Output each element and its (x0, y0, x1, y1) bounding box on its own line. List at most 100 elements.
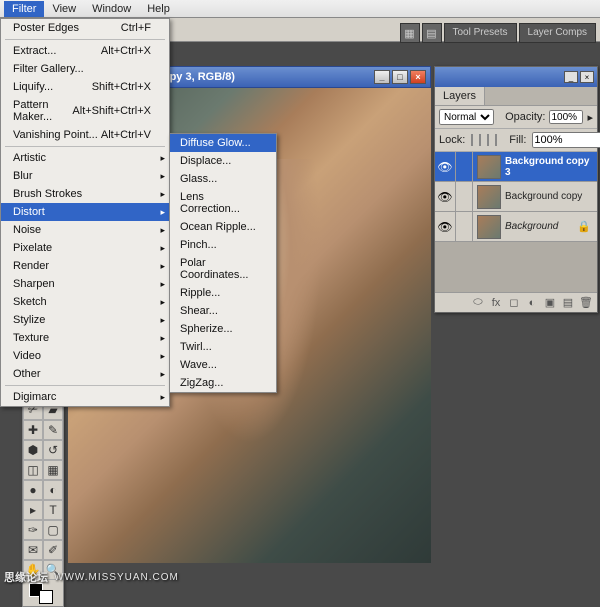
lock-transparency-icon[interactable] (471, 134, 473, 146)
menu-noise[interactable]: Noise (1, 221, 169, 239)
link-layers-icon[interactable]: ⬭ (471, 296, 485, 310)
menu-stylize[interactable]: Stylize (1, 311, 169, 329)
visibility-icon[interactable]: 👁 (435, 160, 455, 174)
layer-name[interactable]: Background copy 3 (505, 156, 597, 178)
layer-style-icon[interactable]: fx (489, 296, 503, 310)
minimize-button[interactable]: _ (374, 70, 390, 84)
new-group-icon[interactable]: ▣ (543, 296, 557, 310)
menu-sketch[interactable]: Sketch (1, 293, 169, 311)
menu-extract[interactable]: Extract...Alt+Ctrl+X (1, 42, 169, 60)
menu-brush-strokes[interactable]: Brush Strokes (1, 185, 169, 203)
link-cell[interactable] (455, 212, 473, 241)
layer-row[interactable]: 👁 Background copy 3 (435, 152, 597, 182)
submenu-lens-correction[interactable]: Lens Correction... (170, 188, 276, 218)
submenu-ripple[interactable]: Ripple... (170, 284, 276, 302)
submenu-ocean-ripple[interactable]: Ocean Ripple... (170, 218, 276, 236)
menu-render[interactable]: Render (1, 257, 169, 275)
brush-tool[interactable]: ✎ (43, 420, 63, 440)
panel-menu-icon[interactable] (485, 87, 597, 105)
close-button[interactable]: × (410, 70, 426, 84)
new-layer-icon[interactable]: ▤ (561, 296, 575, 310)
eyedropper-tool[interactable]: ✐ (43, 540, 63, 560)
menu-last-filter[interactable]: Poster EdgesCtrl+F (1, 19, 169, 37)
layer-thumbnail[interactable] (477, 185, 501, 209)
submenu-shear[interactable]: Shear... (170, 302, 276, 320)
layers-titlebar[interactable]: _ × (435, 67, 597, 87)
filter-menu: Poster EdgesCtrl+F Extract...Alt+Ctrl+X … (0, 18, 170, 407)
lock-all-icon[interactable] (495, 134, 497, 146)
menu-other[interactable]: Other (1, 365, 169, 383)
menu-help[interactable]: Help (139, 1, 178, 17)
layers-list: 👁 Background copy 3 👁 Background copy 👁 … (435, 152, 597, 292)
panel-close-button[interactable]: × (580, 71, 594, 83)
menu-digimarc[interactable]: Digimarc (1, 388, 169, 406)
visibility-icon[interactable]: 👁 (435, 220, 455, 234)
dodge-tool[interactable]: ◐ (43, 480, 63, 500)
dock-icon-2[interactable]: ▤ (422, 23, 442, 43)
menu-vanishing-point[interactable]: Vanishing Point...Alt+Ctrl+V (1, 126, 169, 144)
dock-icon-1[interactable]: ▦ (400, 23, 420, 43)
opacity-label: Opacity: (505, 111, 545, 123)
submenu-twirl[interactable]: Twirl... (170, 338, 276, 356)
layer-mask-icon[interactable]: ◻ (507, 296, 521, 310)
layer-name[interactable]: Background copy (505, 191, 597, 202)
background-color[interactable] (39, 590, 53, 604)
layer-thumbnail[interactable] (477, 155, 501, 179)
menu-filter[interactable]: Filter (4, 1, 44, 17)
gradient-tool[interactable]: ▦ (43, 460, 63, 480)
menu-window[interactable]: Window (84, 1, 139, 17)
layer-row[interactable]: 👁 Background 🔒 (435, 212, 597, 242)
menu-pattern-maker[interactable]: Pattern Maker...Alt+Shift+Ctrl+X (1, 96, 169, 126)
menu-pixelate[interactable]: Pixelate (1, 239, 169, 257)
eraser-tool[interactable]: ◫ (23, 460, 43, 480)
pen-tool[interactable]: ✑ (23, 520, 43, 540)
notes-tool[interactable]: ✉ (23, 540, 43, 560)
menu-blur[interactable]: Blur (1, 167, 169, 185)
lock-position-icon[interactable] (487, 134, 489, 146)
submenu-spherize[interactable]: Spherize... (170, 320, 276, 338)
menu-liquify[interactable]: Liquify...Shift+Ctrl+X (1, 78, 169, 96)
visibility-icon[interactable]: 👁 (435, 190, 455, 204)
distort-submenu: Diffuse Glow... Displace... Glass... Len… (169, 133, 277, 393)
layers-tab[interactable]: Layers (435, 87, 485, 105)
menu-sharpen[interactable]: Sharpen (1, 275, 169, 293)
shape-tool[interactable]: ▢ (43, 520, 63, 540)
menu-artistic[interactable]: Artistic (1, 149, 169, 167)
link-cell[interactable] (455, 152, 473, 181)
panel-minimize-button[interactable]: _ (564, 71, 578, 83)
layers-footer: ⬭ fx ◻ ◐ ▣ ▤ 🗑 (435, 292, 597, 312)
opacity-input[interactable] (549, 110, 583, 124)
adjustment-layer-icon[interactable]: ◐ (525, 296, 539, 310)
tool-presets-tab[interactable]: Tool Presets (444, 23, 517, 43)
layer-thumbnail[interactable] (477, 215, 501, 239)
menu-texture[interactable]: Texture (1, 329, 169, 347)
layer-comps-tab[interactable]: Layer Comps (519, 23, 596, 43)
delete-layer-icon[interactable]: 🗑 (579, 296, 593, 310)
layer-row[interactable]: 👁 Background copy (435, 182, 597, 212)
history-brush-tool[interactable]: ↺ (43, 440, 63, 460)
menu-filter-gallery[interactable]: Filter Gallery... (1, 60, 169, 78)
submenu-displace[interactable]: Displace... (170, 152, 276, 170)
submenu-wave[interactable]: Wave... (170, 356, 276, 374)
submenu-zigzag[interactable]: ZigZag... (170, 374, 276, 392)
submenu-pinch[interactable]: Pinch... (170, 236, 276, 254)
menu-view[interactable]: View (44, 1, 84, 17)
blend-mode-select[interactable]: Normal (439, 109, 494, 125)
heal-tool[interactable]: ✚ (23, 420, 43, 440)
type-tool[interactable]: T (43, 500, 63, 520)
path-tool[interactable]: ▸ (23, 500, 43, 520)
submenu-glass[interactable]: Glass... (170, 170, 276, 188)
blur-tool[interactable]: ● (23, 480, 43, 500)
stamp-tool[interactable]: ⬢ (23, 440, 43, 460)
layer-name[interactable]: Background (505, 221, 577, 232)
link-cell[interactable] (455, 182, 473, 211)
lock-paint-icon[interactable] (479, 134, 481, 146)
menu-distort[interactable]: Distort (1, 203, 169, 221)
submenu-polar-coordinates[interactable]: Polar Coordinates... (170, 254, 276, 284)
fill-input[interactable] (532, 132, 600, 148)
submenu-diffuse-glow[interactable]: Diffuse Glow... (170, 134, 276, 152)
maximize-button[interactable]: □ (392, 70, 408, 84)
lock-icon: 🔒 (577, 220, 597, 233)
opacity-flyout-icon[interactable]: ▸ (587, 111, 593, 124)
menu-video[interactable]: Video (1, 347, 169, 365)
